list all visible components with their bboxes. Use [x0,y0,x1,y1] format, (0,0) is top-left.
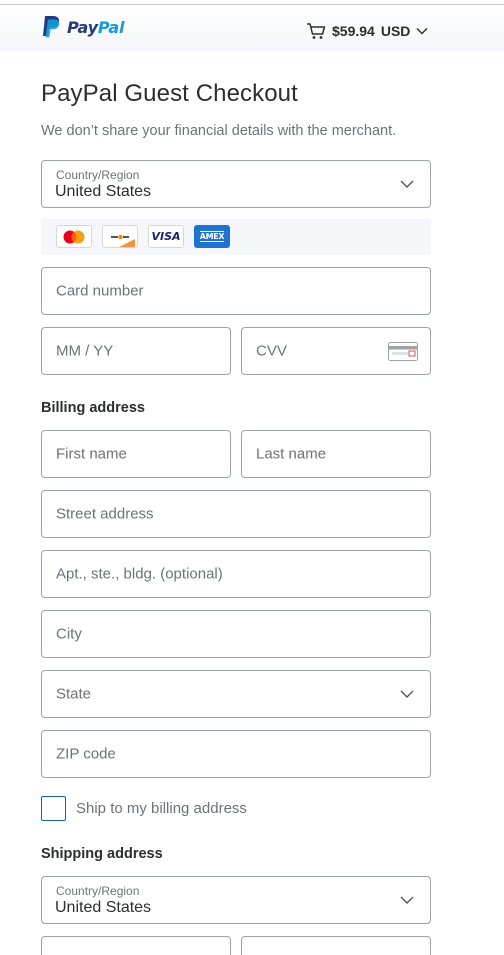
chevron-down-icon [400,180,414,188]
visa-icon: VISA [148,225,184,248]
billing-first-name-input[interactable]: First name [41,430,231,478]
cart-summary-toggle[interactable]: $59.94 USD [306,22,428,40]
apt-placeholder: Apt., ste., bldg. (optional) [56,565,223,583]
amex-icon: AMEX [194,225,230,248]
billing-apt-input[interactable]: Apt., ste., bldg. (optional) [41,550,431,598]
page-title: PayPal Guest Checkout [41,80,298,107]
shipping-country-label: Country/Region [56,884,140,898]
ship-to-billing-label[interactable]: Ship to my billing address [76,800,247,817]
shipping-last-name-input[interactable] [241,936,431,955]
discover-icon [102,225,138,248]
expiry-input[interactable]: MM / YY [41,327,231,375]
billing-address-heading: Billing address [41,400,145,416]
last-name-placeholder: Last name [256,445,327,463]
paypal-wordmark: PayPal [67,18,124,37]
shipping-country-value: United States [55,899,152,916]
visa-text: VISA [151,230,181,243]
shipping-country-select[interactable]: Country/Region United States [41,876,431,924]
amex-text: AMEX [199,231,225,242]
zip-placeholder: ZIP code [56,745,116,763]
card-country-label: Country/Region [56,168,140,182]
billing-state-select[interactable]: State [41,670,431,718]
billing-last-name-input[interactable]: Last name [241,430,431,478]
shipping-address-heading: Shipping address [41,846,163,862]
mastercard-icon [56,225,92,248]
paypal-logo: PayPal [41,15,124,39]
brand-pal-text: Pal [97,17,125,37]
card-number-placeholder: Card number [56,282,144,300]
state-placeholder: State [56,685,92,703]
card-back-icon [388,342,418,361]
card-country-value: United States [55,183,152,200]
cvv-placeholder: CVV [256,342,287,360]
card-country-select[interactable]: Country/Region United States [41,160,431,208]
card-number-input[interactable]: Card number [41,267,431,315]
billing-street-input[interactable]: Street address [41,490,431,538]
accepted-cards-strip: VISA AMEX [41,219,431,255]
city-placeholder: City [56,625,82,643]
chevron-down-icon [400,896,414,904]
first-name-placeholder: First name [56,445,127,463]
billing-zip-input[interactable]: ZIP code [41,730,431,778]
paypal-p-icon [43,16,60,38]
cart-amount: $59.94 [332,23,375,39]
shipping-first-name-input[interactable] [41,936,231,955]
billing-city-input[interactable]: City [41,610,431,658]
ship-to-billing-checkbox[interactable] [41,796,66,821]
chevron-down-icon [400,690,414,698]
street-placeholder: Street address [56,505,154,523]
cart-currency: USD [380,23,411,39]
chevron-down-icon [416,28,428,35]
expiry-placeholder: MM / YY [56,342,114,360]
cart-icon [307,23,326,39]
brand-pay-text: Pay [67,17,98,37]
cvv-input[interactable]: CVV [241,327,431,375]
page-subtitle: We don’t share your financial details wi… [41,123,397,139]
